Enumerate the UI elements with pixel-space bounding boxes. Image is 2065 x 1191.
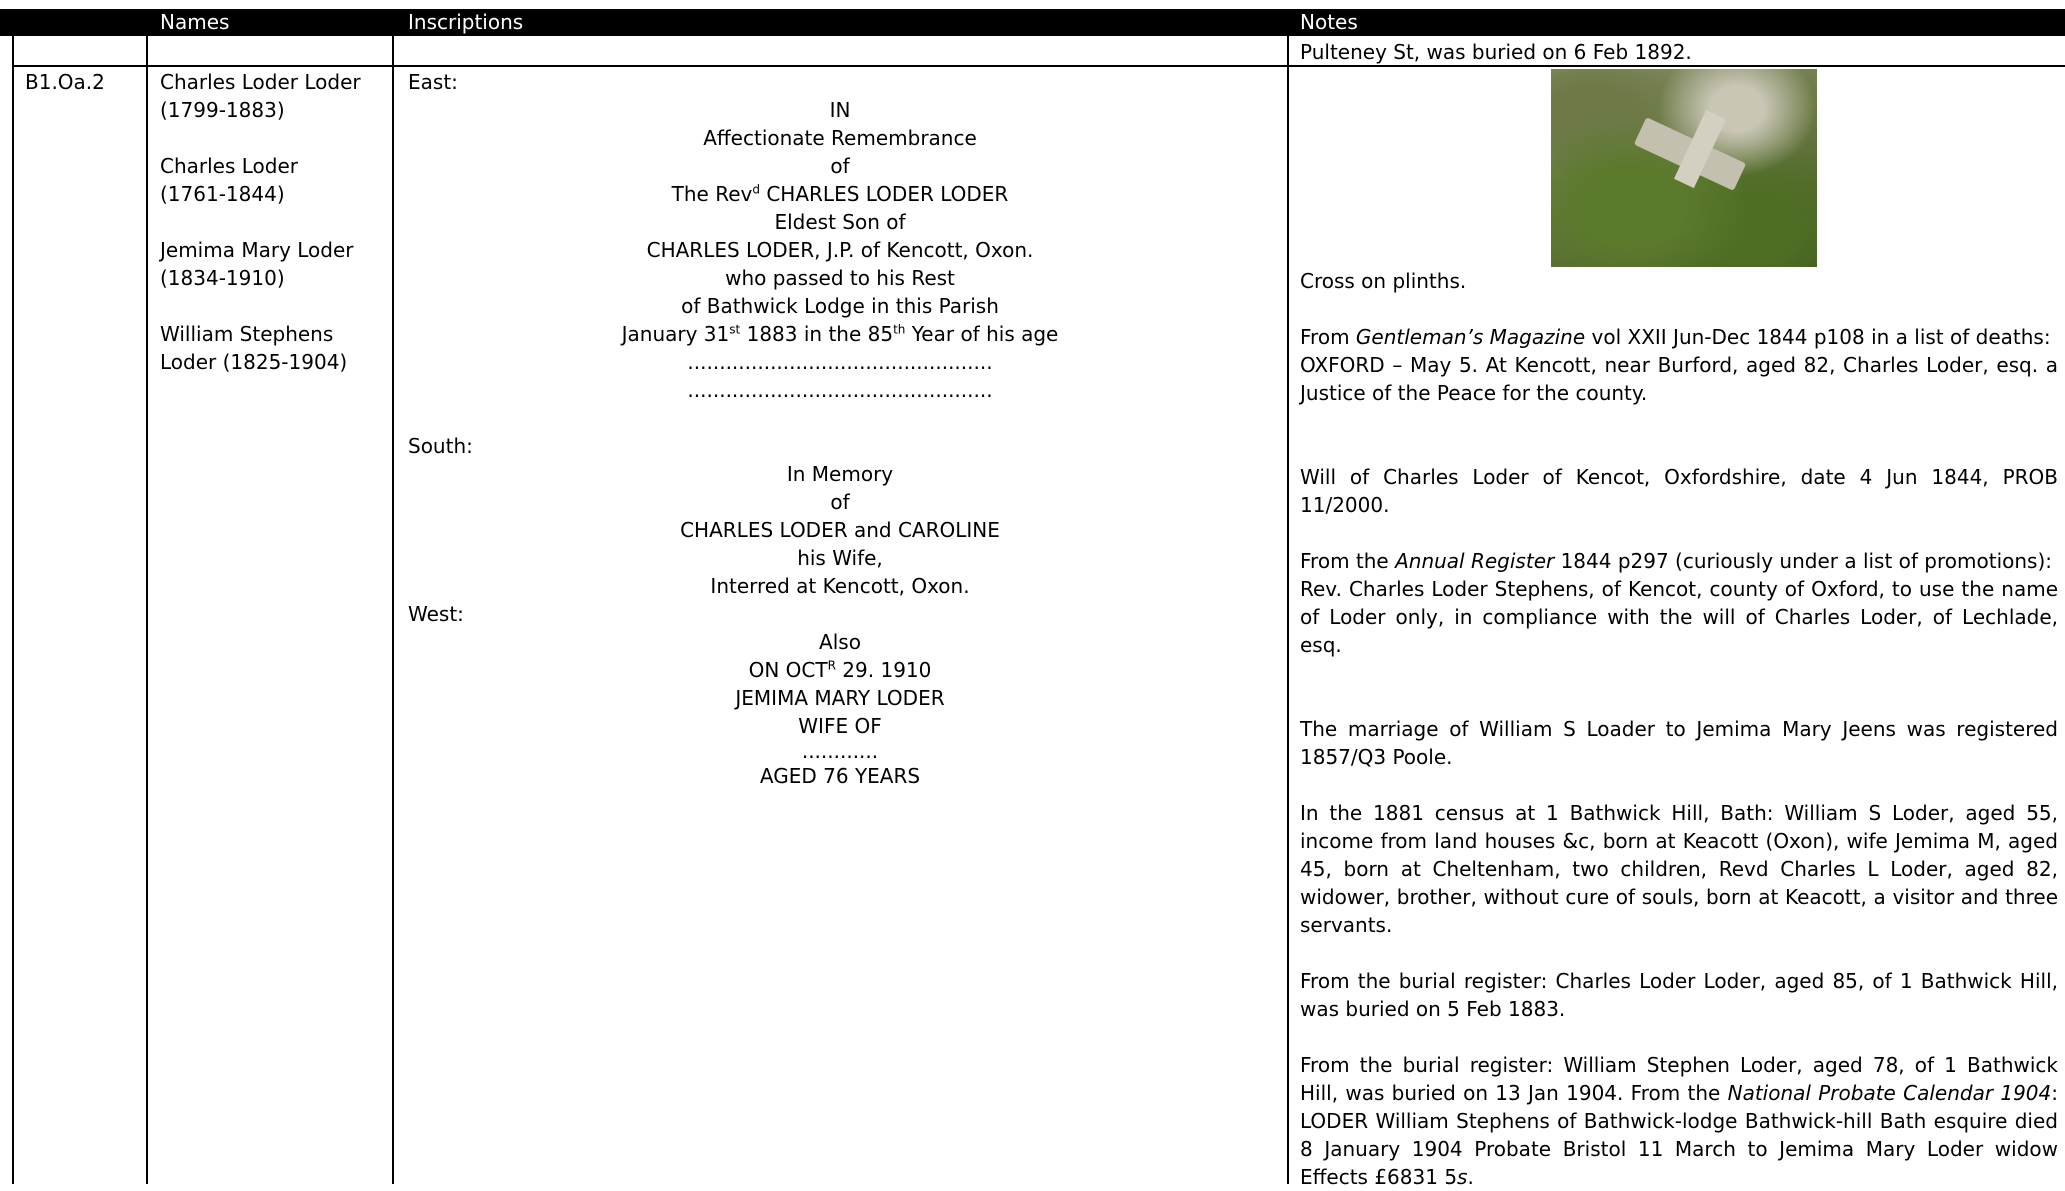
inscription-line: ON OCTR 29. 1910 [748,658,932,682]
inscription-line: of [830,490,850,514]
inscription-line: his Wife, [797,546,883,570]
table-header: Names Inscriptions Notes [0,9,2065,36]
inscription-line: CHARLES LODER, J.P. of Kencott, Oxon. [646,238,1034,262]
inscription-line: IN [829,98,851,122]
note-paragraph: From the Annual Register 1844 p297 (curi… [1300,549,2058,657]
note-paragraph: From the burial register: Charles Loder … [1300,969,2058,1021]
inscription-line: In Memory [786,462,894,486]
row-divider [12,65,2065,67]
inscription-line: CHARLES LODER and CAROLINE [680,518,1000,542]
name-line: (1834-1910) [160,266,285,290]
inscription-line: who passed to his Rest [725,266,955,290]
border-left [12,36,14,1184]
name-line: Loder (1825-1904) [160,350,348,374]
header-notes: Notes [1300,10,1358,34]
south-inscription: In Memory of CHARLES LODER and CAROLINE … [394,460,1286,600]
name-line: (1761-1844) [160,182,285,206]
name-line: Jemima Mary Loder [160,238,354,262]
inscription-line: Also [819,630,861,654]
inscription-line: Eldest Son of [774,210,906,234]
note-paragraph: In the 1881 census at 1 Bathwick Hill, B… [1300,801,2058,937]
inscription-line: WIFE OF [798,714,882,738]
note-paragraph: From Gentleman’s Magazine vol XXII Jun-D… [1300,325,2058,405]
name-line: (1799-1883) [160,98,285,122]
grave-photo [1551,69,1817,267]
name-line: William Stephens [160,322,334,346]
inscription-line: The Revd CHARLES LODER LODER [671,182,1009,206]
name-line: Charles Loder [160,154,299,178]
name-line: Charles Loder Loder [160,70,361,94]
east-label: East: [408,70,458,94]
west-label: West: [408,602,464,626]
note-paragraph: From the burial register: William Stephe… [1300,1053,2058,1189]
note-paragraph: The marriage of William S Loader to Jemi… [1300,717,2058,769]
divider-inscriptions-notes [1287,36,1289,1184]
west-inscription: Also ON OCTR 29. 1910 JEMIMA MARY LODER … [394,628,1286,790]
inscription-line: Affectionate Remembrance [703,126,977,150]
inscription-line: January 31st 1883 in the 85th Year of hi… [621,322,1059,346]
top-note: Pulteney St, was buried on 6 Feb 1892. [1300,40,1692,64]
inscription-line: ............ [801,739,879,763]
header-names: Names [160,10,230,34]
inscription-line: Interred at Kencott, Oxon. [710,574,970,598]
inscription-line: of Bathwick Lodge in this Parish [681,294,999,318]
inscription-line: JEMIMA MARY LODER [735,686,945,710]
record-id: B1.Oa.2 [25,70,105,94]
inscription-dots: ........................................… [687,350,993,374]
photo-caption: Cross on plinths. [1300,269,1467,293]
note-paragraph: Will of Charles Loder of Kencot, Oxfords… [1300,465,2058,517]
south-label: South: [408,434,473,458]
inscription-line: of [830,154,850,178]
east-inscription: IN Affectionate Remembrance of The Revd … [394,96,1286,404]
inscription-dots: ........................................… [687,378,993,402]
inscription-line: AGED 76 YEARS [759,764,921,788]
divider-id-names [146,36,148,1184]
header-inscriptions: Inscriptions [408,10,524,34]
